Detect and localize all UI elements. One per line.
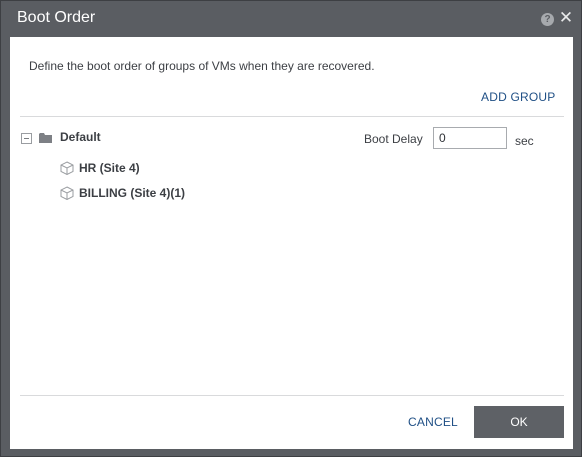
vm-label: HR (Site 4) [79,161,140,175]
folder-icon [39,133,52,143]
boot-delay-unit: sec [515,134,534,148]
boot-delay-input[interactable] [433,127,507,149]
ok-button[interactable]: OK [474,406,564,438]
group-name[interactable]: Default [60,130,101,144]
dialog-description: Define the boot order of groups of VMs w… [29,59,375,73]
cancel-button[interactable]: CANCEL [402,407,464,438]
close-icon[interactable]: ✕ [558,9,574,27]
collapse-icon[interactable] [21,133,32,144]
add-group-button[interactable]: ADD GROUP [481,90,555,104]
vm-cube-icon [60,186,74,200]
dialog-content: Define the boot order of groups of VMs w… [10,37,573,449]
dialog-titlebar: Boot Order ? ✕ [1,1,581,37]
boot-delay-label: Boot Delay [364,132,423,146]
footer-divider [20,395,564,396]
help-icon[interactable]: ? [541,13,554,26]
header-divider [20,116,564,117]
boot-order-dialog: Boot Order ? ✕ Define the boot order of … [0,0,582,457]
dialog-title: Boot Order [17,9,96,26]
vm-cube-icon [60,161,74,175]
vm-label: BILLING (Site 4)(1) [79,186,186,200]
